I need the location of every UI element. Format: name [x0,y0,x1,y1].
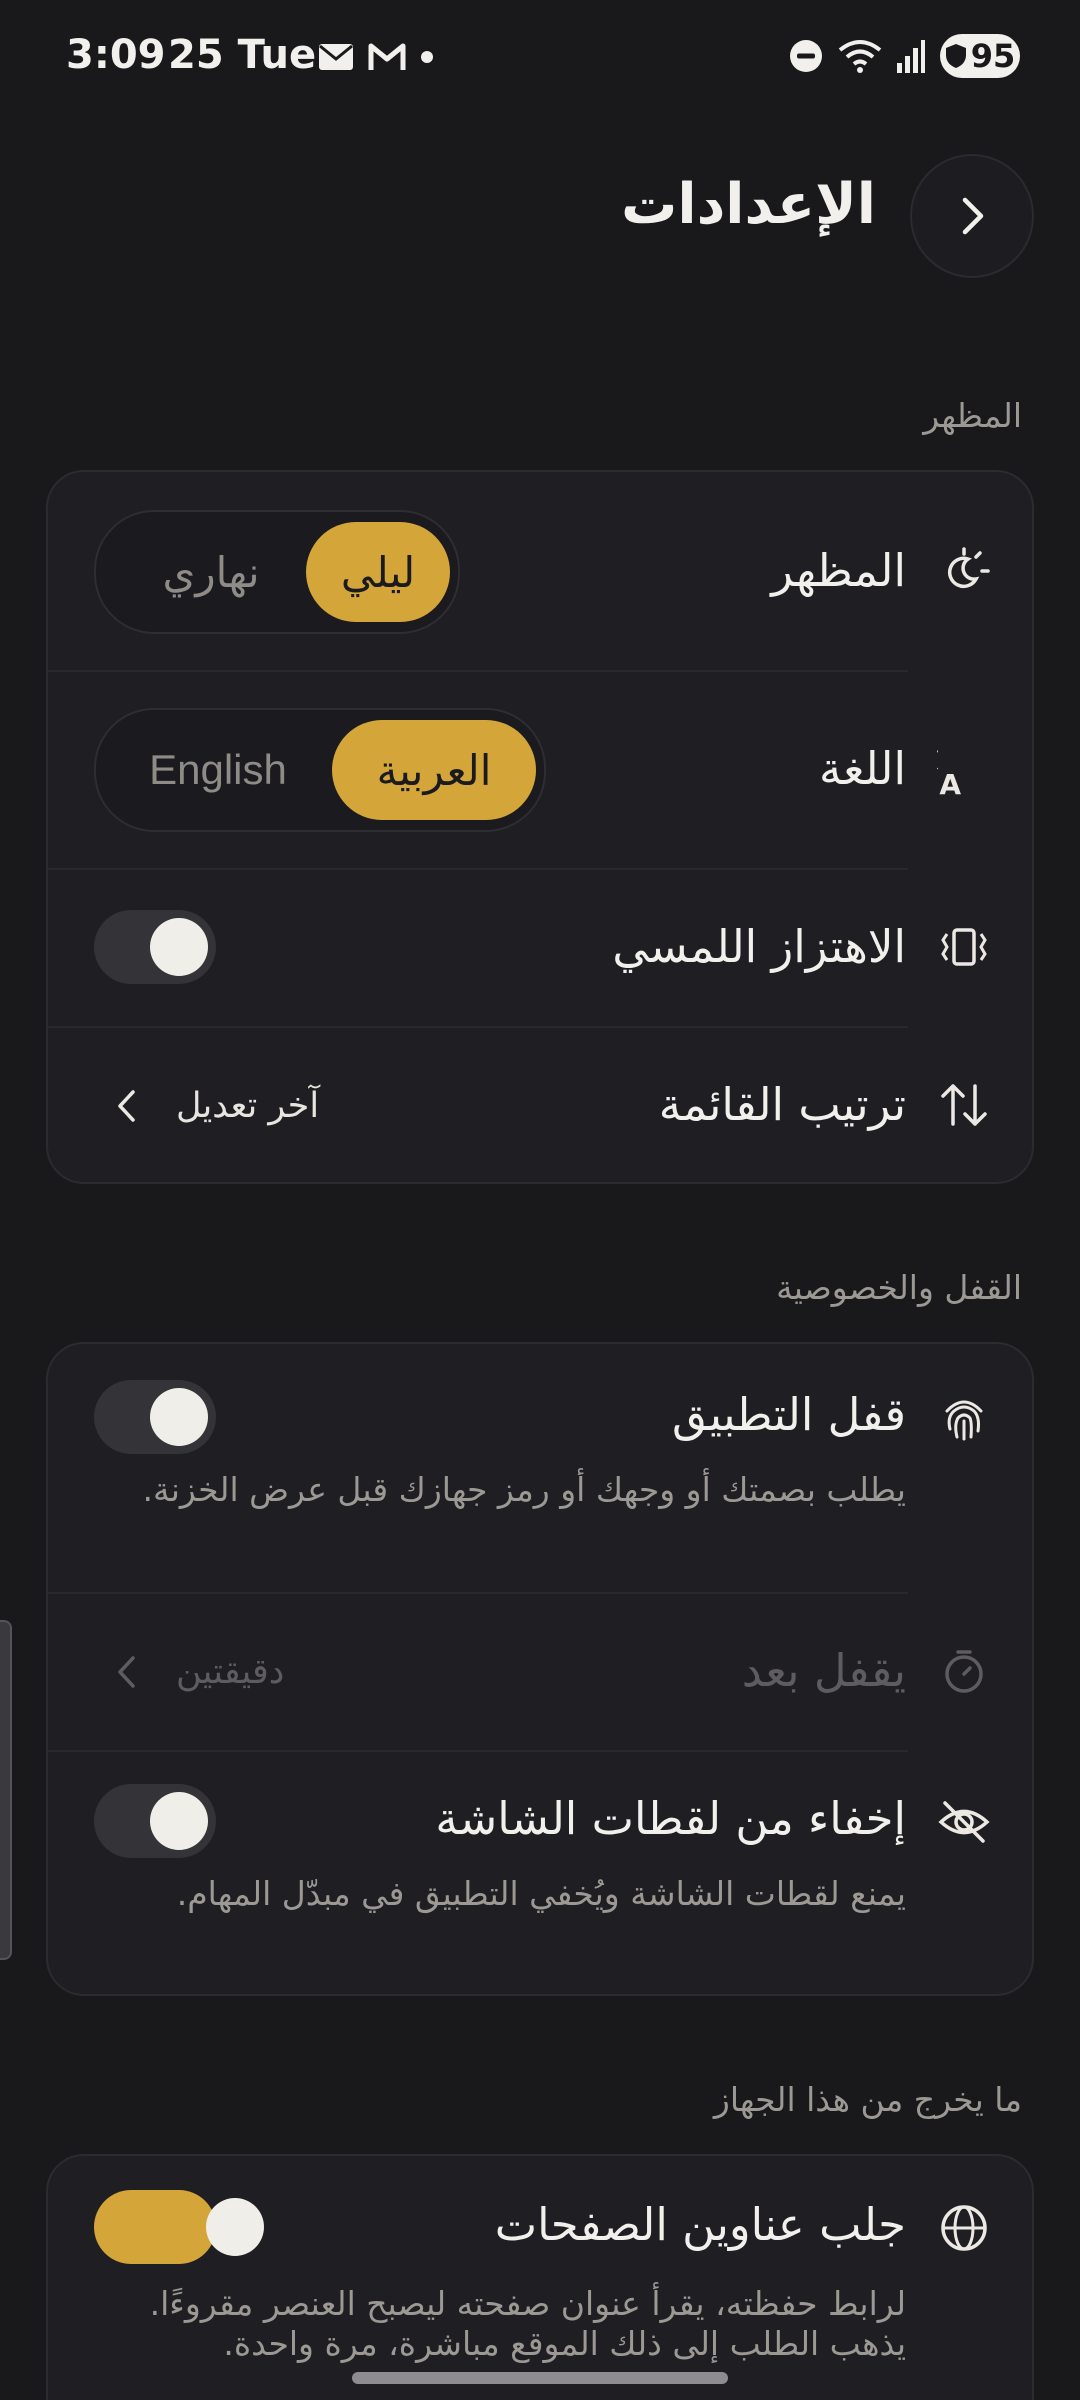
hide-screenshots-description: يمنع لقطات الشاشة ويُخفي التطبيق في مبدّ… [176,1874,906,1913]
section-label-network: ما يخرج من هذا الجهاز [713,2080,1022,2119]
page-title: الإعدادات [621,172,876,237]
chevron-right-icon [962,197,984,235]
language-option-english[interactable]: English [104,720,332,820]
hide-screenshots-row: إخفاء من لقطات الشاشة يمنع لقطات الشاشة … [48,1750,1032,1994]
system-icons: 95 [788,34,1020,78]
section-label-appearance: المظهر [923,396,1022,435]
mail-icon [319,44,353,70]
toggle-knob [150,1792,208,1850]
appearance-card: المظهر ليلي نهاري 文A اللغة العربية Engli… [46,470,1034,1184]
language-row: 文A اللغة العربية English [48,670,1032,868]
chevron-left-icon [106,1086,146,1126]
hide-screenshots-toggle[interactable] [94,1784,216,1858]
notification-icons [318,42,434,72]
back-button[interactable] [910,154,1034,278]
theme-row: المظهر ليلي نهاري [48,472,1032,670]
status-bar: 3:09 25 Tue 95 [0,0,1080,120]
gmail-icon [368,43,406,70]
haptics-label: الاهتزاز اللمسي [612,920,906,973]
theme-option-night[interactable]: ليلي [306,522,450,622]
vibration-icon [936,919,992,975]
lock-after-row: يقفل بعد دقيقتين [48,1592,1032,1750]
sort-value: آخر تعديل [176,1086,320,1126]
fetch-titles-row: جلب عناوين الصفحات لرابط حفظته، يقرأ عنو… [48,2156,1032,2400]
language-option-arabic[interactable]: العربية [332,720,536,820]
haptics-row: الاهتزاز اللمسي [48,868,1032,1026]
lock-privacy-card: قفل التطبيق يطلب بصمتك أو وجهك أو رمز جه… [46,1342,1034,1996]
section-label-lock-privacy: القفل والخصوصية [776,1268,1022,1307]
battery-level: 95 [970,37,1016,75]
dnd-icon [790,40,822,72]
toggle-knob [150,918,208,976]
language-segmented-control: العربية English [94,708,546,832]
timer-icon [936,1643,992,1699]
svg-text:A: A [939,768,961,796]
app-lock-row: قفل التطبيق يطلب بصمتك أو وجهك أو رمز جه… [48,1344,1032,1592]
toggle-knob [206,2198,264,2256]
translate-icon: 文A [936,741,992,797]
language-label: اللغة [819,742,906,795]
chevron-left-icon [106,1652,146,1692]
eye-off-icon [936,1794,992,1850]
app-lock-description: يطلب بصمتك أو وجهك أو رمز جهازك قبل عرض … [142,1470,906,1509]
app-lock-toggle[interactable] [94,1380,216,1454]
sort-arrows-icon [936,1077,992,1133]
app-lock-label: قفل التطبيق [671,1388,906,1441]
theme-label: المظهر [771,544,906,597]
wifi-icon [838,40,882,73]
signal-icon [897,40,925,73]
theme-option-day[interactable]: نهاري [116,522,306,622]
fetch-titles-description: لرابط حفظته، يقرأ عنوان صفحته ليصبح العن… [149,2284,906,2363]
fetch-titles-toggle[interactable] [94,2190,264,2264]
status-date: 25 Tue [168,32,317,78]
home-indicator[interactable] [352,2372,728,2384]
sort-label: ترتيب القائمة [658,1078,906,1131]
status-time: 3:09 [66,32,166,78]
toggle-knob [150,1388,208,1446]
dot-icon [421,51,433,63]
globe-icon [936,2200,992,2256]
hide-screenshots-label: إخفاء من لقطات الشاشة [435,1792,906,1845]
lock-after-label: يقفل بعد [741,1644,906,1697]
battery-indicator: 95 [940,34,1020,78]
fetch-titles-label: جلب عناوين الصفحات [494,2198,906,2251]
haptics-toggle[interactable] [94,910,216,984]
fingerprint-icon [936,1390,992,1446]
lock-after-value: دقيقتين [176,1652,285,1692]
network-card: جلب عناوين الصفحات لرابط حفظته، يقرأ عنو… [46,2154,1034,2400]
sort-row[interactable]: ترتيب القائمة آخر تعديل [48,1026,1032,1182]
theme-sun-moon-icon [936,543,992,599]
shield-icon [945,44,966,68]
theme-segmented-control: ليلي نهاري [94,510,460,634]
edge-panel-handle[interactable] [0,1620,12,1960]
